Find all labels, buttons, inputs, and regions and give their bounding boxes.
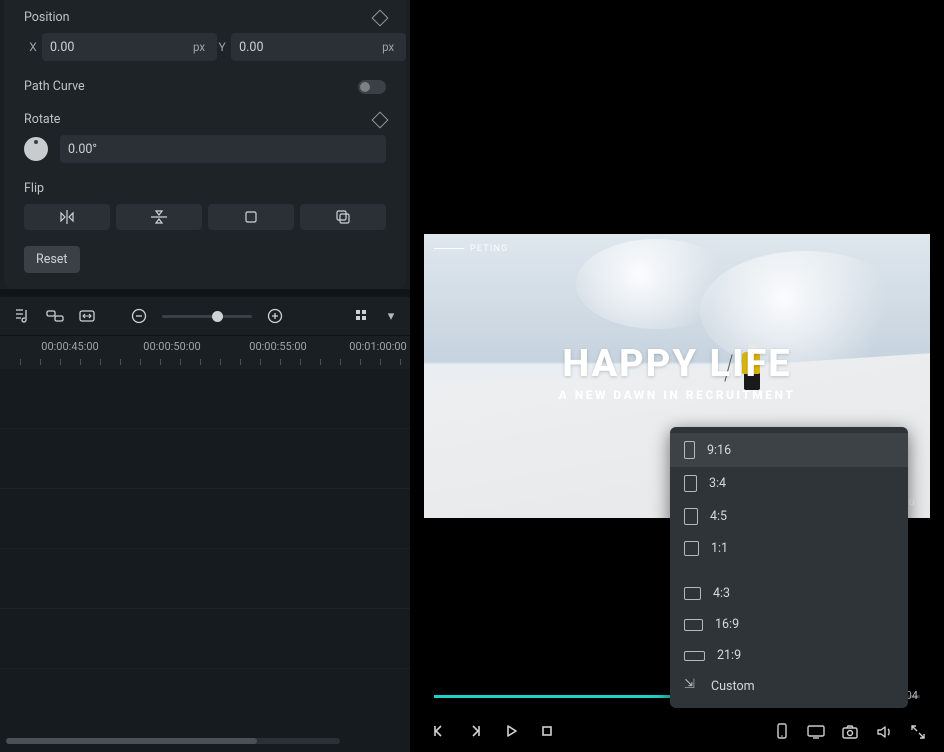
aspect-option-label: 16:9 (715, 617, 739, 632)
prev-frame-button[interactable] (428, 720, 450, 742)
path-curve-toggle[interactable] (358, 80, 386, 94)
aspect-ratio-menu: 9:16 3:4 4:5 1:1 4:3 16:9 21:9 Custom (670, 427, 908, 708)
ratio-icon (684, 619, 703, 631)
preview-title-overlay: HAPPY LIFE A NEW DAWN IN RECRUITMENT (424, 342, 930, 402)
ratio-icon (684, 508, 698, 525)
aspect-option-21-9[interactable]: 21:9 (670, 640, 908, 671)
timeline-view-dropdown-icon[interactable]: ▾ (386, 307, 396, 325)
timeline-tracks-area[interactable] (0, 369, 410, 752)
rotate-dial[interactable] (24, 137, 48, 161)
timeline-toolbar: ▾ (0, 297, 410, 335)
preview-title-sub: A NEW DAWN IN RECRUITMENT (424, 388, 930, 402)
aspect-option-1-1[interactable]: 1:1 (670, 533, 908, 564)
transport-controls (428, 720, 558, 742)
position-y-input[interactable] (231, 33, 406, 61)
position-label: Position (24, 10, 70, 25)
aspect-option-label: 21:9 (717, 648, 741, 663)
keyframe-diamond-icon[interactable] (372, 9, 389, 26)
track-row[interactable] (0, 429, 410, 489)
track-row[interactable] (0, 369, 410, 429)
track-row[interactable] (0, 609, 410, 669)
aspect-option-3-4[interactable]: 3:4 (670, 467, 908, 500)
play-button[interactable] (500, 720, 522, 742)
ratio-icon (684, 587, 701, 600)
fullscreen-icon[interactable] (908, 722, 928, 742)
track-row[interactable] (0, 489, 410, 549)
ruler-label: 00:00:50:00 (143, 340, 200, 353)
flip-label: Flip (24, 181, 44, 196)
ratio-icon (684, 651, 705, 661)
aspect-option-4-5[interactable]: 4:5 (670, 500, 908, 533)
zoom-in-icon[interactable] (266, 307, 284, 325)
display-icon[interactable] (806, 722, 826, 742)
ruler-label: 00:01:00:00 (349, 340, 406, 353)
path-curve-label: Path Curve (24, 79, 85, 94)
y-label: Y (213, 40, 231, 54)
timeline-horizontal-scrollbar[interactable] (6, 738, 340, 744)
device-preview-icon[interactable] (772, 722, 792, 742)
volume-icon[interactable] (874, 722, 894, 742)
next-frame-button[interactable] (464, 720, 486, 742)
rotate-input[interactable] (60, 135, 386, 163)
flip-horizontal-button[interactable] (24, 204, 110, 230)
aspect-option-label: 4:5 (710, 509, 727, 524)
aspect-option-label: 3:4 (709, 476, 726, 491)
zoom-out-icon[interactable] (130, 307, 148, 325)
timeline-fit-icon[interactable] (78, 307, 96, 325)
aspect-option-4-3[interactable]: 4:3 (670, 578, 908, 609)
rotate-keyframe-icon[interactable] (372, 111, 389, 128)
aspect-option-16-9[interactable]: 16:9 (670, 609, 908, 640)
timeline-zoom-slider[interactable] (162, 315, 252, 318)
reset-button[interactable]: Reset (24, 246, 80, 273)
aspect-option-custom[interactable]: Custom (670, 671, 908, 702)
track-row[interactable] (0, 549, 410, 609)
crop-button-2[interactable] (300, 204, 386, 230)
properties-panel: Position X px Y px Path Curve (4, 0, 406, 289)
preview-title-main: HAPPY LIFE (424, 342, 930, 386)
aspect-option-label: Custom (711, 679, 755, 694)
rotate-label: Rotate (24, 112, 60, 127)
aspect-option-label: 9:16 (707, 443, 731, 458)
ruler-label: 00:00:55:00 (249, 340, 306, 353)
stop-button[interactable] (536, 720, 558, 742)
ratio-icon (684, 541, 699, 556)
timeline-music-icon[interactable] (14, 307, 32, 325)
custom-icon (684, 679, 699, 694)
snapshot-icon[interactable] (840, 722, 860, 742)
playback-progress-fill (434, 695, 677, 698)
timeline-view-mode-icon[interactable] (354, 307, 372, 325)
x-label: X (24, 40, 42, 54)
ratio-icon (684, 475, 697, 492)
ruler-label: 00:00:45:00 (41, 340, 98, 353)
ratio-icon (684, 441, 695, 459)
aspect-option-9-16[interactable]: 9:16 (670, 433, 908, 467)
timeline-ruler[interactable]: 00:00:45:00 00:00:50:00 00:00:55:00 00:0… (0, 335, 410, 369)
timeline-link-icon[interactable] (46, 307, 64, 325)
flip-vertical-button[interactable] (116, 204, 202, 230)
crop-button-1[interactable] (208, 204, 294, 230)
watermark-top-left: PETING (434, 244, 508, 254)
position-x-input[interactable] (42, 33, 217, 61)
aspect-option-label: 4:3 (713, 586, 730, 601)
aspect-option-label: 1:1 (711, 541, 728, 556)
